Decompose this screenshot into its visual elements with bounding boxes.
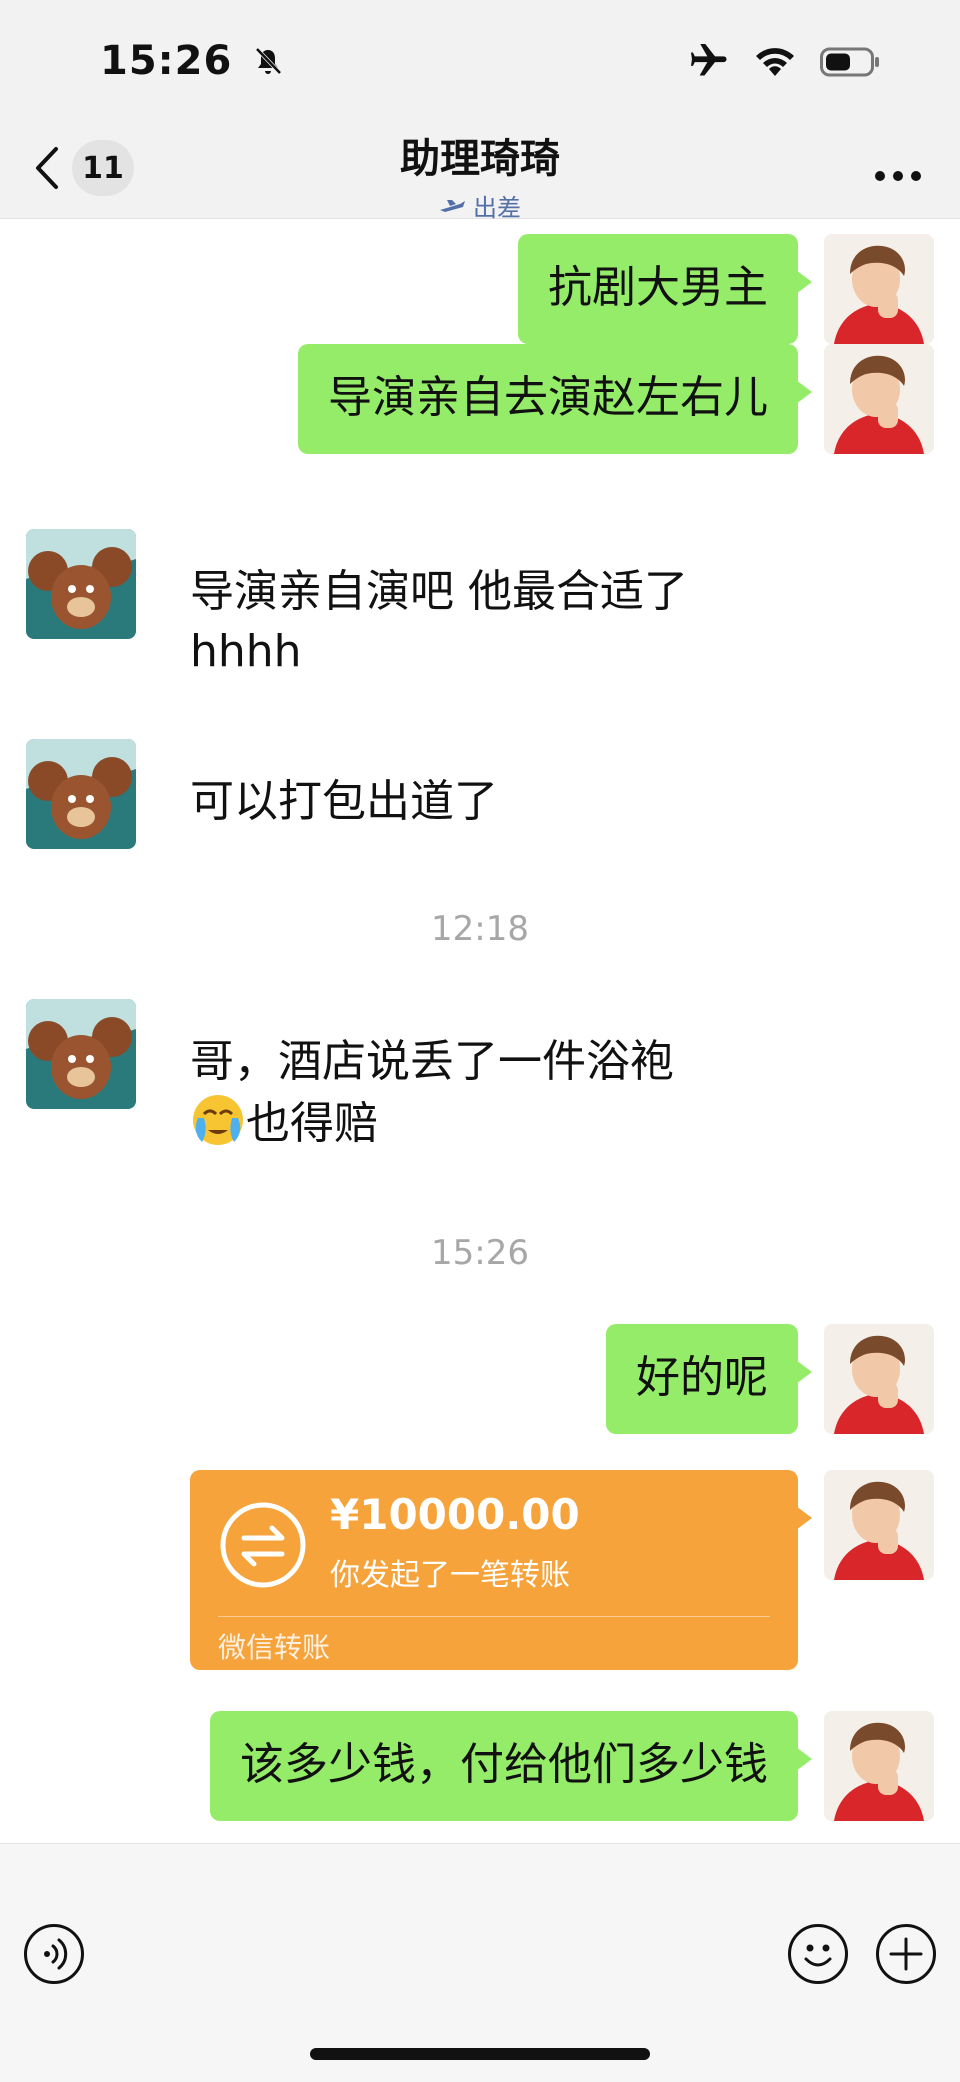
chat-status: 出差: [0, 188, 960, 223]
more-button[interactable]: [874, 146, 922, 192]
transfer-description: 你发起了一笔转账: [330, 1558, 570, 1593]
message-bubble[interactable]: 好的呢: [606, 1324, 812, 1434]
voice-button[interactable]: [24, 1924, 84, 1984]
message-text: 导演亲自去演赵左右儿: [328, 372, 768, 423]
message-text: 可以打包出道了: [190, 776, 498, 827]
status-time: 15:26: [100, 38, 283, 84]
avatar[interactable]: [26, 999, 136, 1109]
transfer-icon: [220, 1502, 306, 1588]
more-icon: [875, 171, 921, 181]
avatar[interactable]: [824, 1711, 934, 1821]
message-text: 哥，酒店说丢了一件浴袍: [190, 1036, 674, 1087]
chat-title: 助理琦琦: [400, 136, 560, 182]
contact-avatar-icon: [26, 999, 136, 1109]
message-input[interactable]: [106, 1914, 770, 1994]
message-bubble[interactable]: 该多少钱，付给他们多少钱: [210, 1711, 812, 1821]
status-time-text: 15:26: [100, 38, 233, 84]
transfer-divider: [218, 1616, 770, 1617]
message-bubble[interactable]: 导演亲自演吧 他最合适了 hhhh: [190, 544, 790, 700]
avatar[interactable]: [824, 1470, 934, 1580]
airplane-status-icon: [440, 199, 465, 212]
avatar[interactable]: [824, 234, 934, 344]
user-avatar-icon: [824, 1470, 934, 1580]
wifi-icon: [756, 48, 794, 76]
user-avatar-icon: [824, 1324, 934, 1434]
message-bubble[interactable]: 导演亲自去演赵左右儿: [298, 344, 812, 454]
user-avatar-icon: [824, 1711, 934, 1821]
add-button[interactable]: [876, 1924, 936, 1984]
input-bar: [0, 1843, 960, 2082]
user-avatar-icon: [824, 344, 934, 454]
message-text: 好的呢: [636, 1352, 768, 1403]
emoji-button[interactable]: [788, 1924, 848, 1984]
avatar[interactable]: [26, 739, 136, 849]
airplane-icon: [691, 44, 727, 76]
crying-face-emoji-icon: [193, 1095, 243, 1145]
timestamp: 12:18: [431, 909, 529, 949]
message-text-tail: 也得赔: [246, 1098, 378, 1149]
chat-title-area[interactable]: 助理琦琦 出差: [0, 126, 960, 223]
transfer-footer: 微信转账: [218, 1631, 331, 1664]
smiley-icon: [804, 1944, 832, 1967]
battery-icon: [820, 47, 879, 77]
home-indicator: [310, 2048, 650, 2060]
contact-avatar-icon: [26, 739, 136, 849]
message-text: 抗剧大男主: [548, 262, 768, 313]
avatar[interactable]: [26, 529, 136, 639]
avatar[interactable]: [824, 344, 934, 454]
message-bubble[interactable]: 抗剧大男主: [518, 234, 812, 344]
transfer-amount: ¥10000.00: [330, 1490, 580, 1539]
chat-header: 11 助理琦琦 出差: [0, 120, 960, 222]
message-list[interactable]: 抗剧大男主 导演亲自去演赵左右儿 导演亲自演吧 他最合适了 hhhh 可以打包出…: [0, 219, 960, 1843]
message-text: 导演亲自演吧 他最合适了 hhhh: [190, 566, 688, 677]
message-text-line2: 也得赔: [190, 1092, 790, 1154]
message-text: 该多少钱，付给他们多少钱: [240, 1739, 768, 1790]
message-bubble[interactable]: 哥，酒店说丢了一件浴袍 也得赔: [190, 1014, 790, 1172]
contact-avatar-icon: [26, 529, 136, 639]
plus-icon: [889, 1937, 923, 1971]
avatar[interactable]: [824, 1324, 934, 1434]
mute-bell-icon: [255, 47, 282, 75]
user-avatar-icon: [824, 234, 934, 344]
status-bar: 15:26: [0, 0, 960, 120]
transfer-card[interactable]: ¥10000.00 你发起了一笔转账 微信转账: [190, 1470, 812, 1670]
status-icons: [690, 44, 880, 80]
voice-icon: [44, 1938, 68, 1970]
chat-status-text: 出差: [473, 194, 521, 222]
timestamp: 15:26: [431, 1233, 529, 1273]
message-bubble[interactable]: 可以打包出道了: [190, 754, 498, 850]
